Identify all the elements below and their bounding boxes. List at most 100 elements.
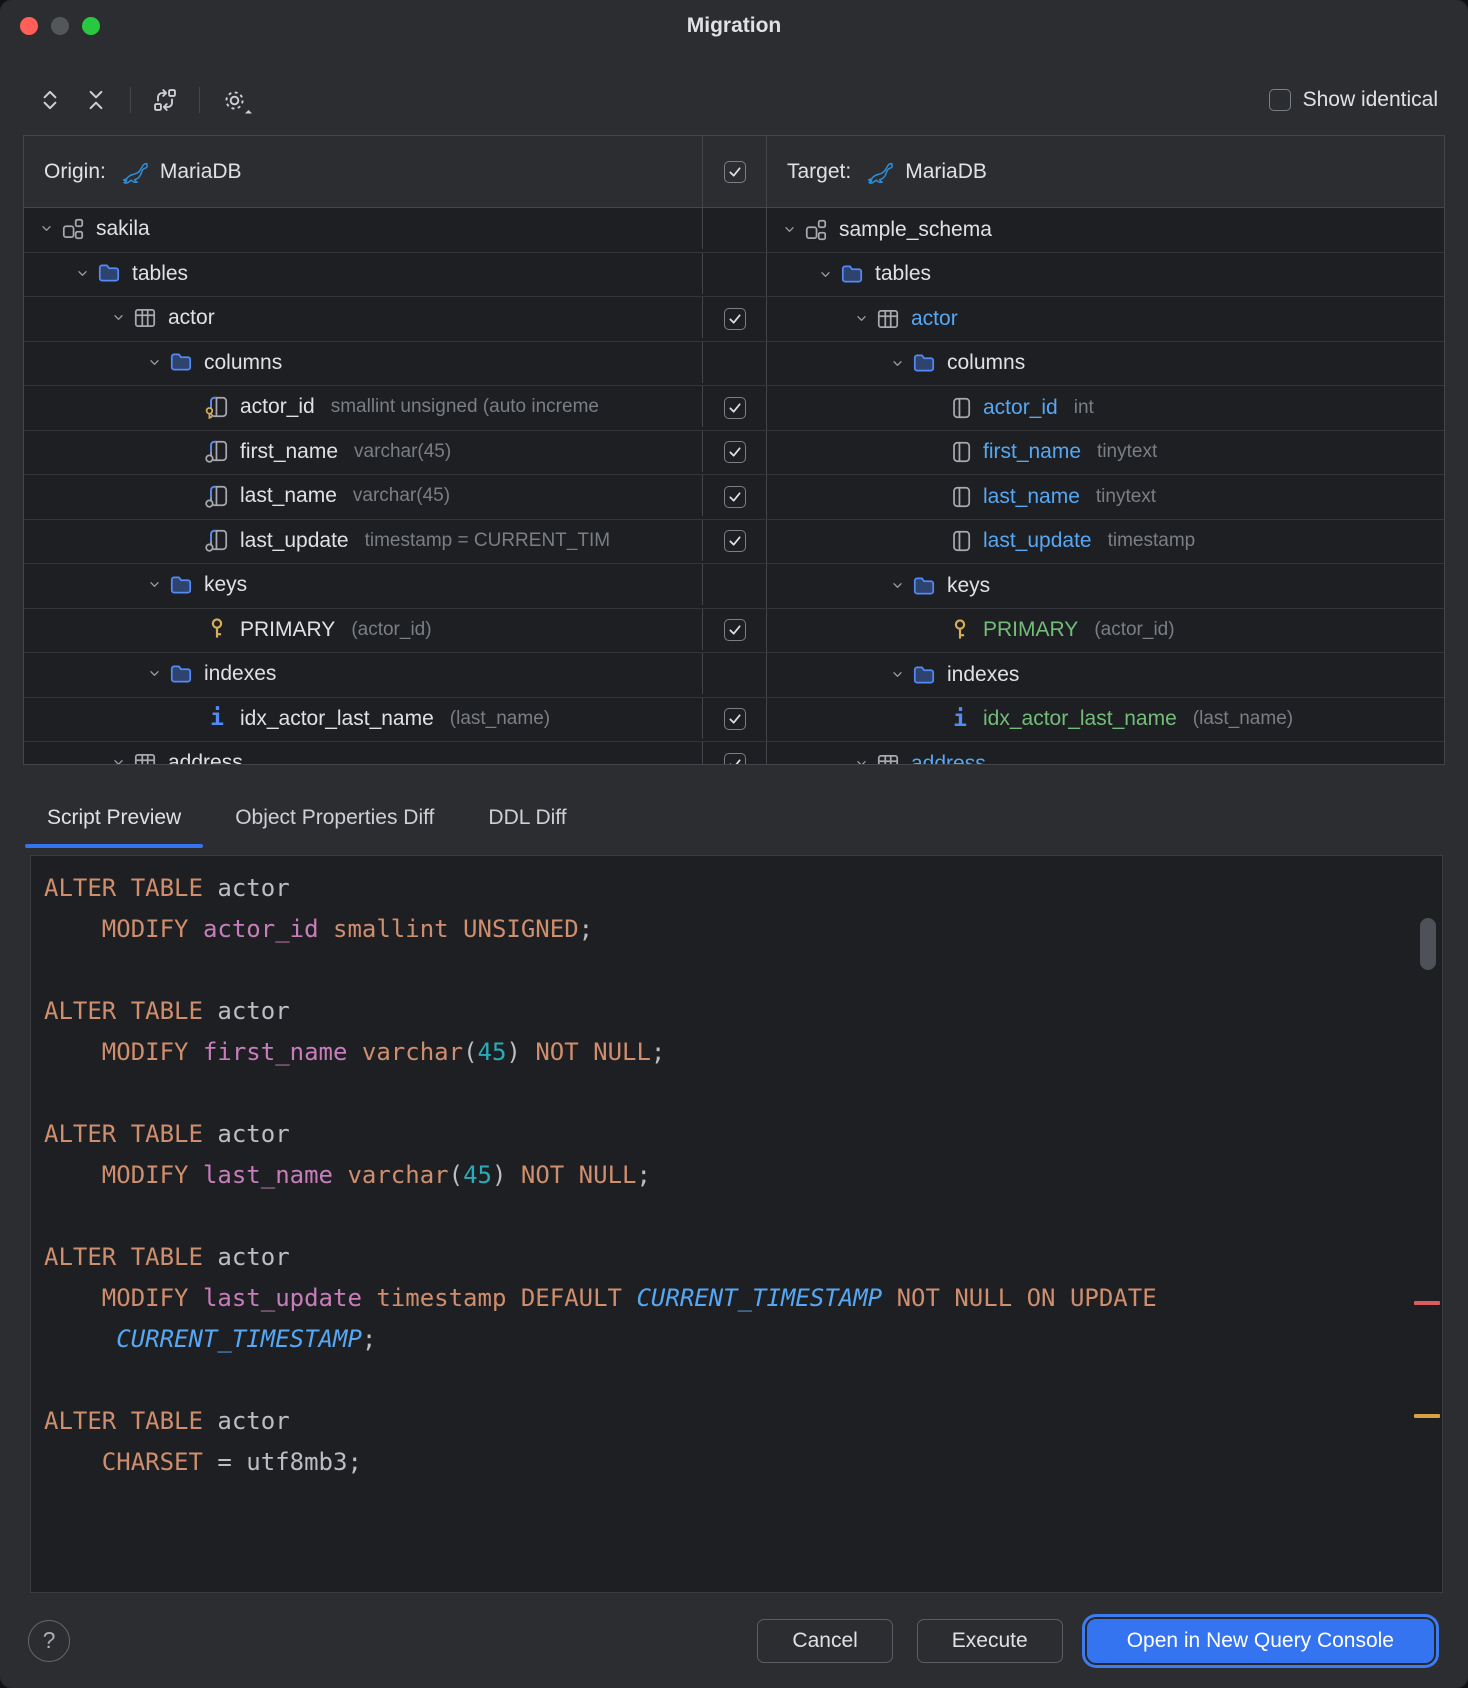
tree-row[interactable]: keys keys [24,564,1444,609]
target-node[interactable]: first_name tinytext [767,431,1444,475]
folder-icon [911,350,937,376]
origin-node[interactable]: i idx_actor_last_name (last_name) [24,697,703,739]
show-identical-checkbox[interactable] [1268,89,1291,111]
chevron-down-icon[interactable] [883,661,911,689]
folder-icon [911,573,937,599]
origin-node[interactable]: first_name varchar(45) [24,430,703,472]
tab-ddl-diff[interactable]: DDL Diff [466,786,588,850]
cancel-button[interactable]: Cancel [757,1618,893,1663]
toolbar: Show identical [30,74,1438,126]
origin-db-name: MariaDB [159,159,242,183]
target-label: Target: [787,159,852,183]
warning-stripe-mark[interactable] [1414,1414,1440,1418]
target-node[interactable]: last_name tinytext [767,475,1444,519]
chevron-down-icon[interactable] [847,305,875,333]
chevron-down-icon[interactable] [140,571,168,599]
editor-scrollbar[interactable] [1420,918,1436,970]
tree-row[interactable]: columns columns [24,341,1444,386]
origin-node[interactable]: actor_id smallint unsigned (auto increme [24,386,703,427]
target-node[interactable]: i idx_actor_last_name (last_name) [767,698,1444,742]
origin-node[interactable]: sakila [24,208,703,249]
tree-row[interactable]: actor_id smallint unsigned (auto increme a… [24,386,1444,431]
row-checkbox[interactable] [723,396,746,419]
apply-all-checkbox[interactable] [723,160,746,183]
schema-diff-panel: Origin: MariaDB Target: MariaDB sakila sa… [23,135,1445,765]
collapse-all-icon[interactable] [76,80,116,120]
synchronize-icon[interactable] [145,80,185,120]
chevron-down-icon[interactable] [883,349,911,377]
chevron-down-icon[interactable] [811,260,839,288]
tree-row[interactable]: first_name varchar(45) first_name tinytext [24,430,1444,475]
settings-gear-icon[interactable] [214,80,254,120]
row-checkbox[interactable] [723,530,746,553]
target-node[interactable]: keys [767,564,1444,608]
tree-row[interactable]: last_update timestamp = CURRENT_TIM last_u… [24,519,1444,564]
tab-script-preview[interactable]: Script Preview [25,786,204,850]
script-preview-editor[interactable]: ALTER TABLE actor MODIFY actor_id smalli… [30,855,1443,1593]
chevron-down-icon[interactable] [32,215,60,243]
node-label: idx_actor_last_name [983,707,1177,731]
chevron-down-icon[interactable] [775,216,803,244]
toolbar-separator [130,87,131,113]
folder-icon [168,349,194,375]
expand-all-icon[interactable] [30,80,70,120]
chevron-down-icon[interactable] [140,660,168,688]
folder-icon [168,572,194,598]
row-checkbox[interactable] [723,752,746,764]
origin-node[interactable]: address [24,742,703,764]
origin-node[interactable]: columns [24,341,703,383]
chevron-down-icon[interactable] [140,348,168,376]
target-node[interactable]: indexes [767,653,1444,697]
tree-row[interactable]: last_name varchar(45) last_name tinytext [24,475,1444,520]
show-identical-label: Show identical [1302,88,1438,111]
row-checkbox[interactable] [723,307,746,330]
origin-node[interactable]: last_update timestamp = CURRENT_TIM [24,519,703,561]
open-in-new-query-console-button[interactable]: Open in New Query Console [1086,1618,1434,1663]
tree-row[interactable]: PRIMARY (actor_id) PRIMARY (actor_id) [24,608,1444,653]
target-node[interactable]: last_update timestamp [767,520,1444,564]
origin-node[interactable]: last_name varchar(45) [24,475,703,516]
show-identical-toggle[interactable]: Show identical [1268,88,1438,112]
target-node[interactable]: address [767,742,1444,764]
target-node[interactable]: tables [767,253,1444,297]
target-node[interactable]: actor_id int [767,386,1444,430]
origin-node[interactable]: indexes [24,653,703,694]
error-stripe-mark[interactable] [1414,1301,1440,1305]
chevron-down-icon[interactable] [847,750,875,764]
target-node[interactable]: PRIMARY (actor_id) [767,609,1444,653]
row-checkbox[interactable] [723,619,746,642]
row-checkbox[interactable] [723,708,746,731]
node-label: last_update [240,528,349,552]
chevron-down-icon[interactable] [104,304,132,332]
tree-row[interactable]: actor actor [24,297,1444,342]
code-line: MODIFY last_update timestamp DEFAULT CUR… [101,1284,1157,1312]
origin-node[interactable]: tables [24,252,703,294]
key-icon [204,616,230,642]
titlebar: Migration [0,0,1468,52]
execute-button[interactable]: Execute [916,1618,1063,1663]
tree-row[interactable]: tables tables [24,252,1444,297]
node-label: indexes [204,662,277,685]
apply-all-cell [703,136,767,207]
tree-row[interactable]: sakila sample_schema [24,208,1444,253]
apply-cell [703,519,767,563]
target-node[interactable]: columns [767,342,1444,386]
origin-node[interactable]: PRIMARY (actor_id) [24,608,703,650]
tab-object-properties-diff[interactable]: Object Properties Diff [213,786,456,850]
chevron-down-icon[interactable] [883,572,911,600]
origin-node[interactable]: actor [24,297,703,338]
node-label: first_name [983,440,1082,464]
tree-row[interactable]: indexes indexes [24,653,1444,698]
target-node[interactable]: actor [767,297,1444,341]
help-button[interactable]: ? [28,1619,70,1662]
target-node[interactable]: sample_schema [767,208,1444,252]
column-dot-icon [204,527,230,553]
row-checkbox[interactable] [723,485,746,508]
chevron-down-icon[interactable] [68,259,96,287]
origin-node[interactable]: keys [24,564,703,605]
chevron-down-icon[interactable] [104,749,132,764]
tree-row[interactable]: address address [24,742,1444,764]
row-checkbox[interactable] [723,441,746,464]
tree-row[interactable]: i idx_actor_last_name (last_name) i idx_acto… [24,697,1444,742]
